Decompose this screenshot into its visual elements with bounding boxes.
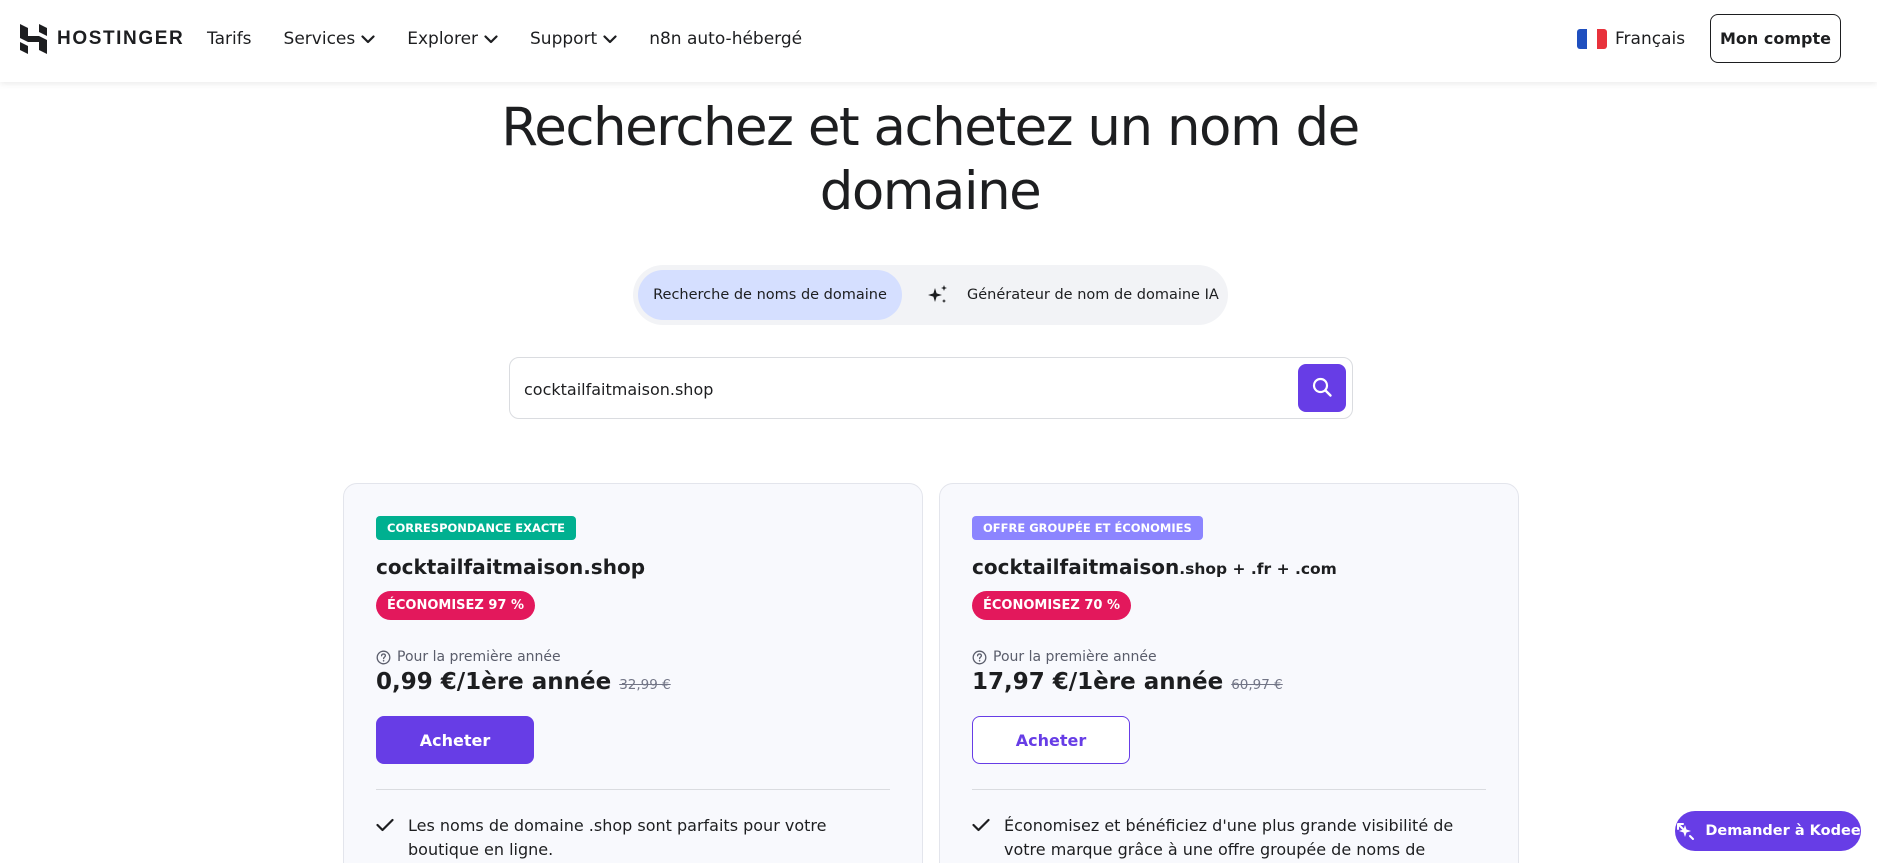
top-navbar: HOSTINGER Tarifs Services Explorer Suppo…: [0, 0, 1877, 82]
domain-name-suffix: .shop + .fr + .com: [1179, 560, 1337, 578]
bundle-offer-tag: Offre groupée et économies: [972, 516, 1203, 540]
first-year-note: Pour la première année: [972, 649, 1157, 665]
ask-kodee-button[interactable]: Demander à Kodee: [1675, 811, 1861, 851]
sparkle-icon: [927, 284, 949, 306]
exact-match-tag: Correspondance exacte: [376, 516, 577, 540]
domain-result-card-bundle: Offre groupée et économies cocktailfaitm…: [939, 483, 1519, 863]
domain-name-main: cocktailfaitmaison.shop: [376, 555, 646, 579]
nav-item-explorer[interactable]: Explorer: [407, 29, 498, 49]
check-icon: [972, 814, 990, 863]
first-year-label: Pour la première année: [993, 649, 1157, 665]
discount-badge: Économisez 70 %: [972, 591, 1132, 620]
current-price: 0,99 €/1ère année: [376, 669, 612, 695]
buy-button[interactable]: Acheter: [376, 716, 534, 764]
domain-name-main: cocktailfaitmaison: [972, 555, 1180, 579]
brand-name: HOSTINGER: [57, 28, 185, 49]
domain-result-card-exact: Correspondance exacte cocktailfaitmaison…: [343, 483, 923, 863]
nav-item-label: Services: [283, 29, 356, 49]
first-year-label: Pour la première année: [397, 649, 561, 665]
kodee-assistant-icon: [1675, 821, 1695, 841]
nav-item-tarifs[interactable]: Tarifs: [207, 29, 252, 49]
nav-item-label: Explorer: [407, 29, 479, 49]
feature-text: Économisez et bénéficiez d'une plus gran…: [1004, 816, 1454, 859]
hostinger-logo[interactable]: HOSTINGER: [20, 24, 184, 54]
tab-ai-generator[interactable]: Générateur de nom de domaine IA: [902, 270, 1219, 320]
search-icon: [1311, 376, 1333, 401]
first-year-note: Pour la première année: [376, 649, 561, 665]
divider: [376, 789, 890, 790]
tab-label: Générateur de nom de domaine IA: [967, 287, 1219, 303]
language-label: Français: [1615, 29, 1686, 49]
search-button[interactable]: [1298, 364, 1346, 412]
my-account-button[interactable]: Mon compte: [1710, 14, 1841, 63]
old-price: 60,97 €: [1231, 677, 1283, 693]
french-flag-icon: [1577, 29, 1607, 49]
domain-name: cocktailfaitmaison.shop + .fr + .com: [972, 555, 1337, 579]
nav-item-services[interactable]: Services: [284, 29, 376, 49]
old-price: 32,99 €: [619, 677, 671, 693]
chevron-down-icon: [361, 34, 375, 44]
nav-item-support[interactable]: Support: [530, 29, 617, 49]
ask-kodee-label: Demander à Kodee: [1705, 823, 1861, 839]
search-mode-tabs: Recherche de noms de domaine Générateur …: [633, 265, 1228, 325]
nav-item-n8n[interactable]: n8n auto-hébergé: [649, 29, 802, 49]
discount-badge: Économisez 97 %: [376, 591, 536, 620]
help-circle-icon[interactable]: [376, 650, 391, 665]
page-title-line-1: Recherchez et achetez un nom de: [501, 97, 1360, 158]
help-circle-icon[interactable]: [972, 650, 987, 665]
domain-name: cocktailfaitmaison.shop: [376, 555, 645, 579]
domain-search-bar: [509, 357, 1353, 419]
price-block: 17,97 €/1ère année 60,97 €: [972, 669, 1283, 695]
nav-item-label: Support: [530, 29, 598, 49]
buy-button[interactable]: Acheter: [972, 716, 1130, 764]
feature-item: Économisez et bénéficiez d'une plus gran…: [972, 814, 1486, 863]
page-title: Recherchez et achetez un nom de domaine: [480, 96, 1380, 224]
check-icon: [376, 814, 394, 862]
divider: [972, 789, 1486, 790]
language-selector[interactable]: Français: [1577, 24, 1685, 54]
tab-domain-search[interactable]: Recherche de noms de domaine: [638, 270, 902, 320]
nav-item-label: n8n auto-hébergé: [649, 29, 803, 49]
page-title-line-2: domaine: [819, 161, 1042, 222]
price-block: 0,99 €/1ère année 32,99 €: [376, 669, 671, 695]
feature-text: Les noms de domaine .shop sont parfaits …: [408, 816, 827, 859]
nav-item-label: Tarifs: [207, 29, 252, 49]
feature-item: Les noms de domaine .shop sont parfaits …: [376, 814, 890, 862]
hostinger-logo-icon: [20, 24, 47, 54]
domain-search-input[interactable]: [524, 372, 1244, 406]
current-price: 17,97 €/1ère année: [972, 669, 1224, 695]
tab-label: Recherche de noms de domaine: [653, 287, 887, 303]
chevron-down-icon: [484, 34, 498, 44]
chevron-down-icon: [603, 34, 617, 44]
main-nav: Tarifs Services Explorer Support n8n aut…: [207, 24, 834, 54]
